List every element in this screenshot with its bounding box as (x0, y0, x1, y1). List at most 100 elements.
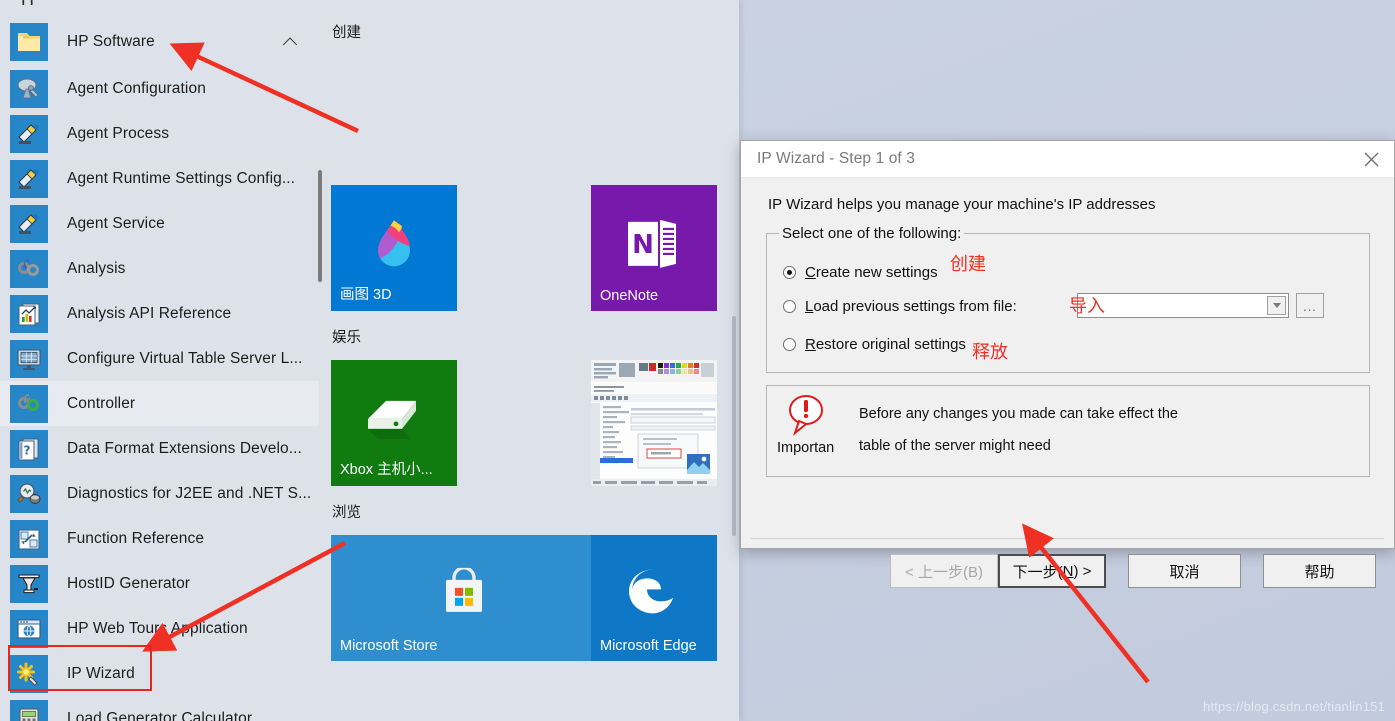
satellite-icon (10, 204, 48, 243)
tile-onenote[interactable]: N OneNote (591, 185, 717, 311)
radio-load-previous-settings[interactable] (783, 299, 796, 313)
app-list-item-hostid-generator[interactable]: HostID Generator (0, 561, 319, 606)
button-gap (1106, 554, 1128, 588)
app-list-item-label: Agent Service (67, 214, 165, 232)
dialog-body: IP Wizard helps you manage your machine'… (741, 196, 1394, 588)
tile-label: Microsoft Store (340, 638, 438, 654)
app-list-item-analysis-api-reference[interactable]: Analysis API Reference (0, 291, 319, 336)
app-list-item-label: Data Format Extensions Develo... (67, 439, 302, 457)
cancel-button[interactable]: 取消 (1128, 554, 1241, 588)
radio-label: Create new settings (805, 263, 938, 281)
app-list-item-label: Function Reference (67, 529, 205, 547)
app-list-item-label: Analysis (67, 259, 126, 277)
app-list-item-label: Agent Runtime Settings Config... (67, 169, 296, 187)
dialog-button-row: < 上一步(B) 下一步(N) > 取消 帮助 (741, 554, 1394, 588)
app-list-item-label: Load Generator Calculator (67, 709, 253, 721)
app-list-item-analysis[interactable]: Analysis (0, 246, 319, 291)
tile-label: 画图 3D (340, 287, 392, 303)
radio-row-restore-original-settings[interactable]: Restore original settings (783, 330, 1357, 358)
tile-label: Microsoft Edge (600, 638, 697, 654)
folder-icon (10, 23, 48, 61)
important-line-1: Before any changes you made can take eff… (859, 406, 1178, 422)
analysis-api-icon (10, 294, 48, 333)
calculator-icon (10, 699, 48, 721)
satellite-icon (10, 159, 48, 198)
analysis-icon (10, 249, 48, 288)
tile-label: OneNote (600, 288, 659, 304)
radio-row-create-new-settings[interactable]: Create new settings (783, 258, 1357, 286)
dialog-separator (751, 538, 1384, 539)
help-button[interactable]: 帮助 (1263, 554, 1376, 588)
warning-exclamation-icon (781, 392, 837, 442)
photos-live-tile-icon (591, 360, 717, 486)
app-list-item-agent-runtime-settings[interactable]: Agent Runtime Settings Config... (0, 156, 319, 201)
important-notice-box: Importan Before any changes you made can… (766, 385, 1370, 477)
app-list-item-agent-service[interactable]: Agent Service (0, 201, 319, 246)
app-list-item-agent-configuration[interactable]: Agent Configuration (0, 66, 319, 111)
button-gap (1241, 554, 1263, 588)
paint3d-icon (331, 214, 457, 272)
ip-wizard-icon (10, 654, 48, 693)
diagnostics-icon (10, 474, 48, 513)
app-list-item-diagnostics[interactable]: Diagnostics for J2EE and .NET S... (0, 471, 319, 516)
dialog-intro-text: IP Wizard helps you manage your machine'… (768, 196, 1156, 213)
chevron-up-icon[interactable] (284, 36, 297, 49)
app-list-item-label: Configure Virtual Table Server L... (67, 349, 303, 367)
watermark: https://blog.csdn.net/tianlin151 (1202, 699, 1385, 714)
dialog-titlebar[interactable]: IP Wizard - Step 1 of 3 (741, 141, 1394, 178)
app-list-item-data-format-extensions[interactable]: ? Data Format Extensions Develo... (0, 426, 319, 471)
app-list-item-controller[interactable]: Controller (0, 381, 319, 426)
radio-create-new-settings[interactable] (783, 265, 796, 279)
app-list-folder-label: HP Software (67, 33, 155, 50)
app-list-item-label: Controller (67, 394, 136, 412)
tile-group-title-create: 创建 (332, 25, 361, 41)
app-list-item-label: Analysis API Reference (67, 304, 232, 322)
next-button[interactable]: 下一步(N) > (998, 554, 1106, 588)
hostid-generator-icon (10, 564, 48, 603)
app-list-item-hp-web-tours[interactable]: HP Web Tours Application (0, 606, 319, 651)
tile-xbox-console-companion[interactable]: Xbox 主机小... (331, 360, 457, 486)
satellite-wrench-icon (10, 69, 48, 108)
app-list[interactable]: HP Software Agent Configuration Agent Pr… (0, 0, 319, 721)
data-format-help-icon: ? (10, 429, 48, 468)
app-list-item-agent-process[interactable]: Agent Process (0, 111, 319, 156)
tile-microsoft-store[interactable]: Microsoft Store (331, 535, 597, 661)
app-list-item-configure-virtual-table-server[interactable]: Configure Virtual Table Server L... (0, 336, 319, 381)
app-list-item-function-reference[interactable]: Function Reference (0, 516, 319, 561)
function-reference-icon (10, 519, 48, 558)
select-one-groupbox: Select one of the following: Create new … (766, 225, 1370, 373)
controller-icon (10, 384, 48, 423)
tile-photos-live-preview[interactable] (591, 360, 717, 486)
svg-text:?: ? (24, 443, 31, 457)
close-icon[interactable] (1348, 141, 1394, 177)
radio-label-rest: reate new settings (815, 263, 938, 281)
app-list-item-ip-wizard[interactable]: IP Wizard (0, 651, 319, 696)
back-button[interactable]: < 上一步(B) (890, 554, 998, 588)
radio-label: Load previous settings from file: (805, 297, 1017, 315)
radio-row-load-previous-settings[interactable]: Load previous settings from file: ... (783, 292, 1357, 320)
tile-microsoft-edge[interactable]: Microsoft Edge (591, 535, 717, 661)
radio-restore-original-settings[interactable] (783, 337, 796, 351)
app-list-folder-hp-software[interactable]: HP Software (0, 18, 319, 66)
tiles-scrollbar[interactable] (732, 316, 736, 536)
screen: H HP Software (0, 0, 1395, 721)
app-list-item-label: Diagnostics for J2EE and .NET S... (67, 484, 312, 502)
important-caption: Importan (777, 440, 835, 456)
important-line-2: table of the server might need (859, 438, 1051, 454)
ip-wizard-dialog: IP Wizard - Step 1 of 3 IP Wizard helps … (740, 140, 1395, 588)
dialog-title: IP Wizard - Step 1 of 3 (757, 150, 915, 167)
app-list-item-label: IP Wizard (67, 664, 135, 682)
app-list-item-label: HostID Generator (67, 574, 191, 592)
web-tours-icon (10, 609, 48, 648)
app-list-item-label: Agent Configuration (67, 79, 206, 97)
onenote-icon: N (591, 218, 717, 270)
browse-button[interactable]: ... (1296, 293, 1324, 318)
app-list-item-label: HP Web Tours Application (67, 619, 248, 637)
tile-paint-3d[interactable]: 画图 3D (331, 185, 457, 311)
app-list-item-load-generator-calculator[interactable]: Load Generator Calculator (0, 696, 319, 721)
chevron-down-icon[interactable] (1267, 296, 1286, 315)
store-icon (331, 567, 597, 620)
svg-text:N: N (632, 230, 654, 260)
radio-label: Restore original settings (805, 335, 966, 353)
settings-file-combobox[interactable] (1077, 293, 1289, 318)
